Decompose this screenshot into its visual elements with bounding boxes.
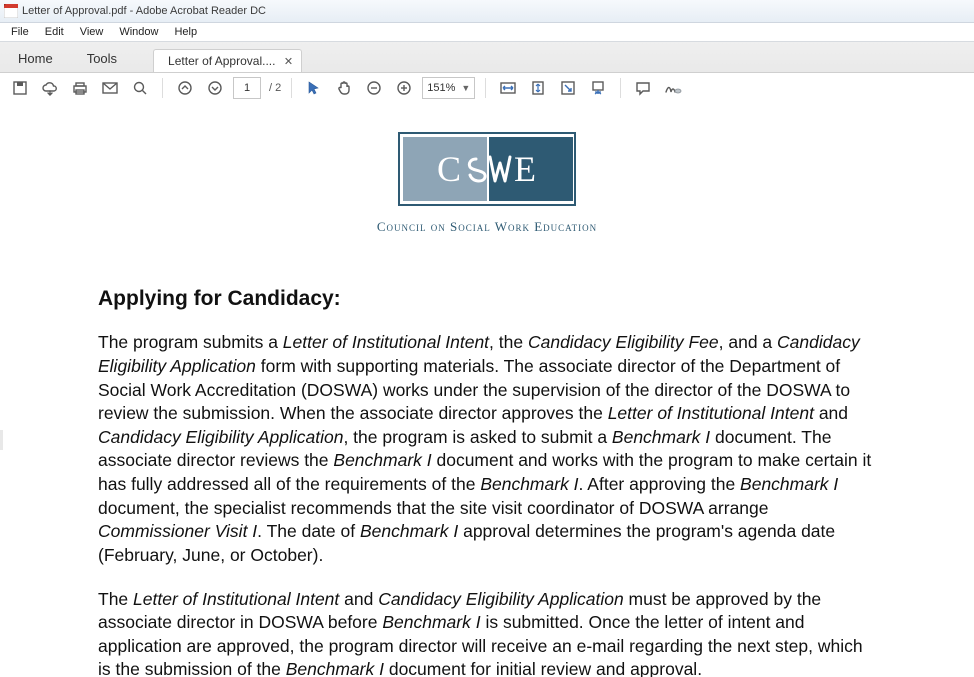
zoom-in-icon[interactable] [392,76,416,100]
page-up-icon[interactable] [173,76,197,100]
menu-file[interactable]: File [4,25,36,39]
doc-para-1: The program submits a Letter of Institut… [98,331,876,567]
doc-heading: Applying for Candidacy: [98,285,876,313]
chevron-down-icon: ▼ [461,83,470,93]
tab-home[interactable]: Home [4,45,67,72]
org-logo: C E Council on Social Work Education [0,132,974,235]
comment-icon[interactable] [631,76,655,100]
page-down-icon[interactable] [203,76,227,100]
org-name: Council on Social Work Education [0,219,974,235]
menu-window[interactable]: Window [112,25,165,39]
page-number-input[interactable] [233,77,261,99]
tab-bar: Home Tools Letter of Approval.... ✕ [0,42,974,73]
pdf-app-icon [4,4,18,18]
separator [620,78,621,98]
document-body: Applying for Candidacy: The program subm… [0,235,974,677]
menu-help[interactable]: Help [167,25,204,39]
title-bar: Letter of Approval.pdf - Adobe Acrobat R… [0,0,974,23]
pdf-page: C E Council on Social Work Education App… [0,100,974,677]
selection-arrow-icon[interactable] [302,76,326,100]
zoom-out-icon[interactable] [362,76,386,100]
sign-icon[interactable] [661,76,685,100]
separator [291,78,292,98]
read-mode-icon[interactable] [586,76,610,100]
fit-width-icon[interactable] [496,76,520,100]
fit-page-icon[interactable] [526,76,550,100]
email-icon[interactable] [98,76,122,100]
doc-para-2: The Letter of Institutional Intent and C… [98,588,876,677]
zoom-value: 151% [427,82,455,94]
page-edge-shadow [0,430,3,450]
zoom-dropdown[interactable]: 151% ▼ [422,77,475,99]
menu-edit[interactable]: Edit [38,25,71,39]
menu-bar: File Edit View Window Help [0,23,974,42]
separator [485,78,486,98]
fullscreen-icon[interactable] [556,76,580,100]
tab-tools[interactable]: Tools [73,45,131,72]
separator [162,78,163,98]
hand-pan-icon[interactable] [332,76,356,100]
tab-document[interactable]: Letter of Approval.... ✕ [153,49,302,72]
page-total: / 2 [267,82,281,94]
search-icon[interactable] [128,76,152,100]
cloud-icon[interactable] [38,76,62,100]
window-title: Letter of Approval.pdf - Adobe Acrobat R… [22,5,266,17]
print-icon[interactable] [68,76,92,100]
document-viewport[interactable]: C E Council on Social Work Education App… [0,100,974,677]
save-icon[interactable] [8,76,32,100]
close-tab-icon[interactable]: ✕ [283,56,293,66]
menu-view[interactable]: View [73,25,111,39]
tab-document-label: Letter of Approval.... [168,54,275,68]
